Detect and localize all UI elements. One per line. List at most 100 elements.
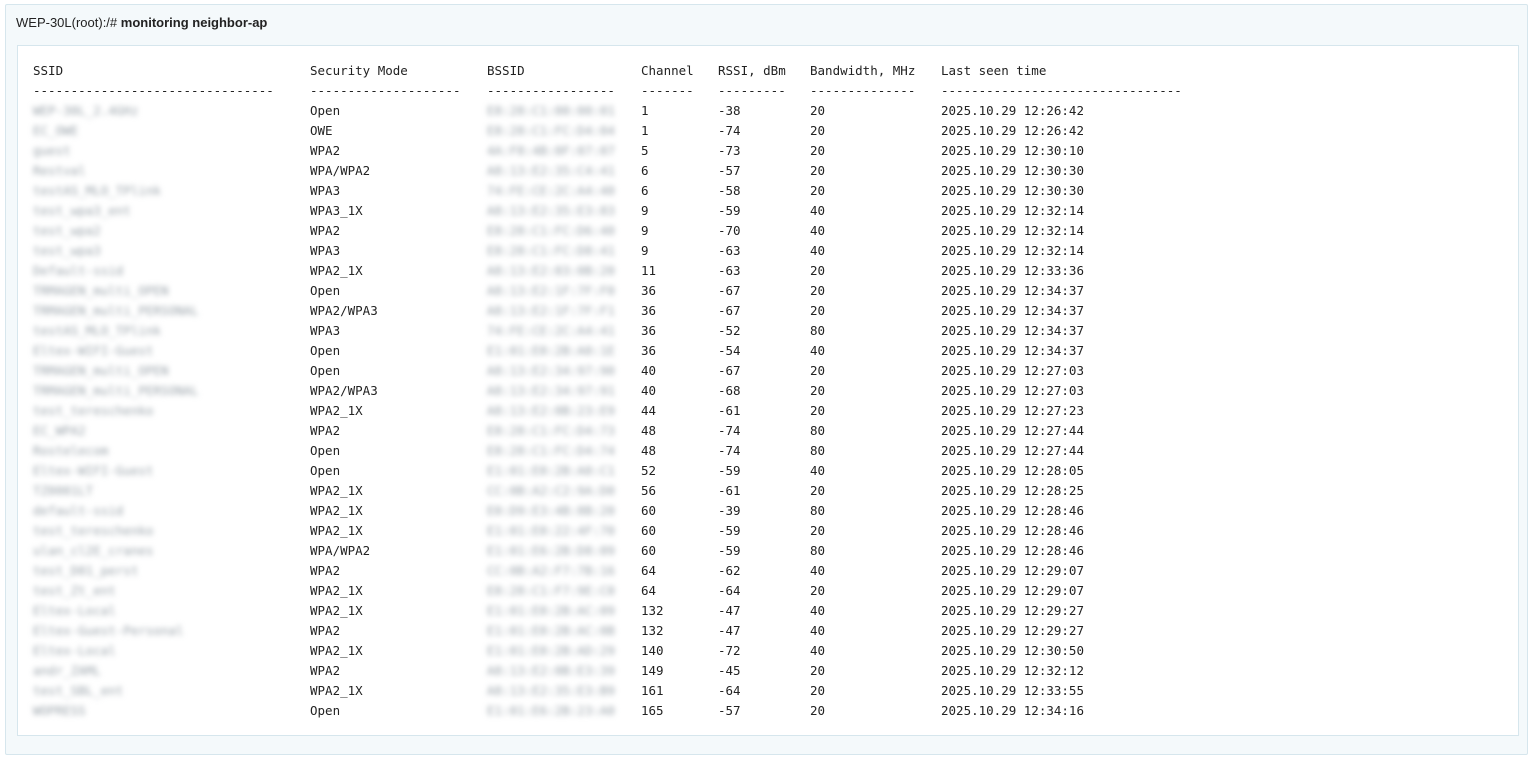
cell-rssi: -38 (718, 103, 741, 118)
console-panel: WEP-30L(root):/# monitoring neighbor-ap … (5, 4, 1528, 755)
cell-rssi: -74 (718, 123, 741, 138)
cell-last-seen: 2025.10.29 12:28:46 (941, 523, 1084, 538)
cell-rssi: -70 (718, 223, 741, 238)
cell-bssid: 74:FE:CE:2C:A4:41 (487, 323, 615, 338)
cell-rssi: -67 (718, 363, 741, 378)
separator: ----------------- (487, 83, 615, 98)
cell-channel: 48 (641, 423, 657, 438)
cell-bandwidth: 20 (810, 583, 826, 598)
table-row: test_SBL_ent WPA2_1X A8:13:E2:35:E3:B9 161 -… (33, 681, 1201, 701)
cell-rssi: -52 (718, 323, 741, 338)
prompt-command: monitoring neighbor-ap (120, 15, 268, 30)
cell-bandwidth: 20 (810, 683, 826, 698)
cell-rssi: -59 (718, 543, 741, 558)
cell-security-mode: WPA2 (310, 623, 341, 638)
cell-last-seen: 2025.10.29 12:30:30 (941, 183, 1084, 198)
separator: ------- (641, 83, 694, 98)
cell-bandwidth: 20 (810, 363, 826, 378)
cell-bandwidth: 40 (810, 643, 826, 658)
separator: -------------------- (310, 83, 461, 98)
cell-security-mode: Open (310, 283, 341, 298)
neighbor-ap-table: SSID Security Mode BSSID Channel RSSI, d… (33, 61, 1201, 721)
cell-ssid: test_wpa3 (33, 243, 101, 258)
header-channel: Channel (641, 63, 694, 78)
cell-last-seen: 2025.10.29 12:32:14 (941, 243, 1084, 258)
cell-bandwidth: 20 (810, 483, 826, 498)
cell-ssid: Rostelecom (33, 443, 109, 458)
cell-ssid: WOPRESS (33, 703, 86, 718)
cell-bandwidth: 20 (810, 263, 826, 278)
cell-channel: 36 (641, 343, 657, 358)
cell-ssid: test_wpa3_ent (33, 203, 131, 218)
cell-security-mode: WPA3 (310, 243, 341, 258)
cell-rssi: -74 (718, 423, 741, 438)
cell-last-seen: 2025.10.29 12:26:42 (941, 103, 1084, 118)
cell-bssid: 74:FE:CE:2C:A4:40 (487, 183, 615, 198)
table-row: test_D01_perst WPA2 CC:0B:A2:F7:7B:16 64 -62… (33, 561, 1201, 581)
cell-ssid: TRMAGEN_multi_OPEN (33, 363, 169, 378)
table-row: default-ssid WPA2_1X E0:D9:E3:4B:8B:20 60 -3… (33, 501, 1201, 521)
cell-security-mode: WPA2_1X (310, 523, 363, 538)
cell-channel: 9 (641, 223, 649, 238)
cell-bssid: E1:01:E0:2B:AC:09 (487, 603, 615, 618)
table-row: test_wpa2 WPA2 E8:28:C1:FC:D6:40 9 -70 40 2025… (33, 221, 1201, 241)
cell-bssid: E8:28:C1:FC:D8:41 (487, 243, 615, 258)
cell-last-seen: 2025.10.29 12:34:37 (941, 323, 1084, 338)
cell-last-seen: 2025.10.29 12:32:14 (941, 223, 1084, 238)
table-row: guest WPA2 4A:F8:4B:0F:07:07 5 -73 20 2025.10.… (33, 141, 1201, 161)
cell-ssid: Eltex-WIFI-Guest (33, 463, 154, 478)
cell-channel: 40 (641, 363, 657, 378)
cell-bssid: E1:01:E0:2B:AC:0B (487, 623, 615, 638)
header-bssid: BSSID (487, 63, 525, 78)
table-row: EC_OWE OWE E8:28:C1:FC:D4:04 1 -74 20 2025.10.… (33, 121, 1201, 141)
cell-bssid: E1:01:E0:2B:AD:29 (487, 643, 615, 658)
cell-security-mode: Open (310, 343, 341, 358)
cell-ssid: testAS_MLO_TPlink (33, 183, 161, 198)
table-row: Default-ssid WPA2_1X A8:13:E2:03:0B:20 11 -6… (33, 261, 1201, 281)
cell-bandwidth: 40 (810, 203, 826, 218)
cell-security-mode: WPA3_1X (310, 203, 363, 218)
cell-security-mode: WPA2_1X (310, 583, 363, 598)
cell-rssi: -63 (718, 263, 741, 278)
cell-bssid: E1:01:E0:2B:A0:1E (487, 343, 615, 358)
cell-bandwidth: 40 (810, 463, 826, 478)
table-header-row: SSID Security Mode BSSID Channel RSSI, d… (33, 61, 1201, 81)
cell-rssi: -59 (718, 523, 741, 538)
table-row: TRMAGEN_multi_OPEN Open A8:13:E2:1F:7F:F0 3… (33, 281, 1201, 301)
cell-last-seen: 2025.10.29 12:30:50 (941, 643, 1084, 658)
cell-bssid: E8:28:C1:00:00:01 (487, 103, 615, 118)
cell-security-mode: Open (310, 443, 341, 458)
cell-bssid: A8:13:E2:34:97:91 (487, 383, 615, 398)
cell-channel: 36 (641, 283, 657, 298)
cell-security-mode: WPA2 (310, 563, 341, 578)
cell-ssid: ulan_cl2E_cranes (33, 543, 154, 558)
cell-bandwidth: 20 (810, 383, 826, 398)
cell-last-seen: 2025.10.29 12:32:12 (941, 663, 1084, 678)
cell-channel: 44 (641, 403, 657, 418)
cell-last-seen: 2025.10.29 12:26:42 (941, 123, 1084, 138)
table-row: EC_WPA2 WPA2 E8:28:C1:FC:D4:73 48 -74 80 2025.… (33, 421, 1201, 441)
cli-prompt: WEP-30L(root):/# monitoring neighbor-ap (16, 15, 267, 30)
table-row: Eltex-Local WPA2_1X E1:01:E0:2B:AC:09 132 -4… (33, 601, 1201, 621)
cell-rssi: -64 (718, 683, 741, 698)
cell-bssid: A8:13:E2:0B:23:E9 (487, 403, 615, 418)
cell-bssid: E0:D9:E3:4B:8B:20 (487, 503, 615, 518)
cell-rssi: -74 (718, 443, 741, 458)
cell-security-mode: WPA3 (310, 323, 341, 338)
cell-channel: 132 (641, 623, 664, 638)
cell-security-mode: WPA2_1X (310, 603, 363, 618)
cell-bssid: 4A:F8:4B:0F:07:07 (487, 143, 615, 158)
cell-security-mode: Open (310, 703, 341, 718)
cell-channel: 60 (641, 543, 657, 558)
cell-channel: 149 (641, 663, 664, 678)
cell-rssi: -39 (718, 503, 741, 518)
table-row: WEP-30L_2.4GHz Open E8:28:C1:00:00:01 1 -38 2… (33, 101, 1201, 121)
cell-security-mode: WPA2_1X (310, 483, 363, 498)
cell-last-seen: 2025.10.29 12:34:37 (941, 303, 1084, 318)
cell-rssi: -73 (718, 143, 741, 158)
cell-bandwidth: 20 (810, 283, 826, 298)
cell-bandwidth: 80 (810, 323, 826, 338)
cell-ssid: Restval (33, 163, 86, 178)
cell-ssid: testAS_MLO_TPlink (33, 323, 161, 338)
cell-security-mode: WPA2 (310, 663, 341, 678)
